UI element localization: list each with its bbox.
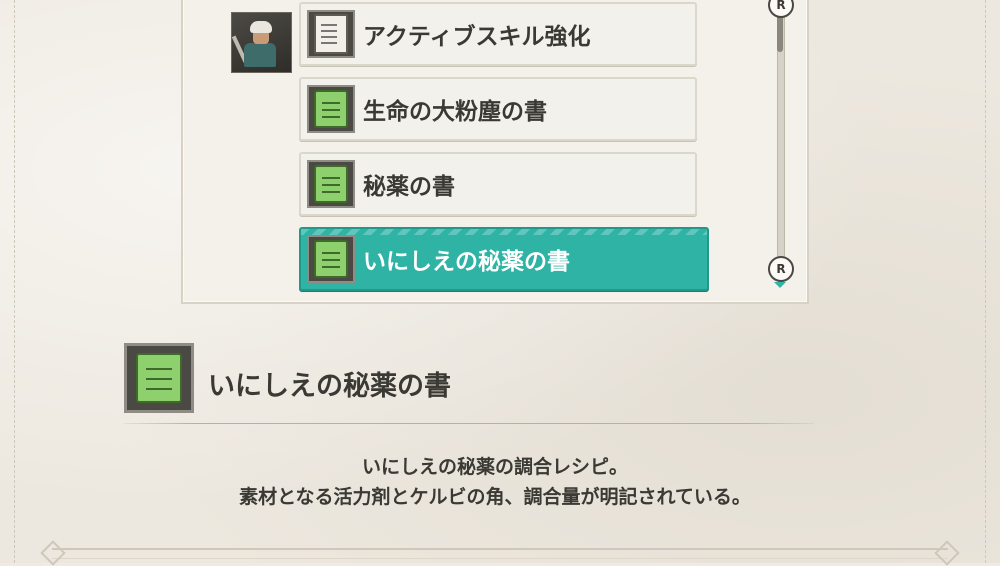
divider [124, 423, 814, 424]
r-button-icon: R [768, 256, 794, 282]
green-scroll-icon [307, 85, 355, 133]
list-item-mega-dust-book[interactable]: 生命の大粉塵の書 [299, 77, 697, 141]
list-item-max-potion-book[interactable]: 秘薬の書 [299, 152, 697, 216]
list-item-label: アクティブスキル強化 [363, 24, 591, 50]
hunter-avatar [231, 12, 292, 73]
right-border [985, 0, 1000, 563]
list-item-label: いにしえの秘薬の書 [363, 249, 570, 275]
bottom-frame [52, 548, 948, 559]
list-item-ancient-potion-book[interactable]: いにしえの秘薬の書 [299, 227, 709, 291]
detail-title: いにしえの秘薬の書 [208, 371, 451, 402]
left-border [0, 0, 15, 563]
detail-green-scroll-icon [124, 343, 194, 413]
description-line-1: いにしえの秘薬の調合レシピ。 [361, 456, 628, 478]
item-description: いにしえの秘薬の調合レシピ。 素材となる活力剤とケルビの角、調合量が明記されてい… [150, 452, 840, 512]
item-list: アクティブスキル強化 生命の大粉塵の書 秘薬の書 いにしえの秘薬の書 [299, 2, 709, 302]
description-line-2: 素材となる活力剤とケルビの角、調合量が明記されている。 [239, 486, 751, 508]
green-scroll-icon [307, 160, 355, 208]
scroll-paper-icon [307, 10, 355, 58]
list-item-label: 秘薬の書 [363, 174, 455, 200]
scroll-down-arrow-icon [774, 282, 786, 288]
list-scrollbar[interactable] [773, 0, 787, 290]
list-item-label: 生命の大粉塵の書 [363, 99, 547, 125]
list-item-active-skill[interactable]: アクティブスキル強化 [299, 2, 697, 66]
scroll-thumb[interactable] [777, 12, 783, 52]
green-scroll-icon [307, 235, 355, 283]
